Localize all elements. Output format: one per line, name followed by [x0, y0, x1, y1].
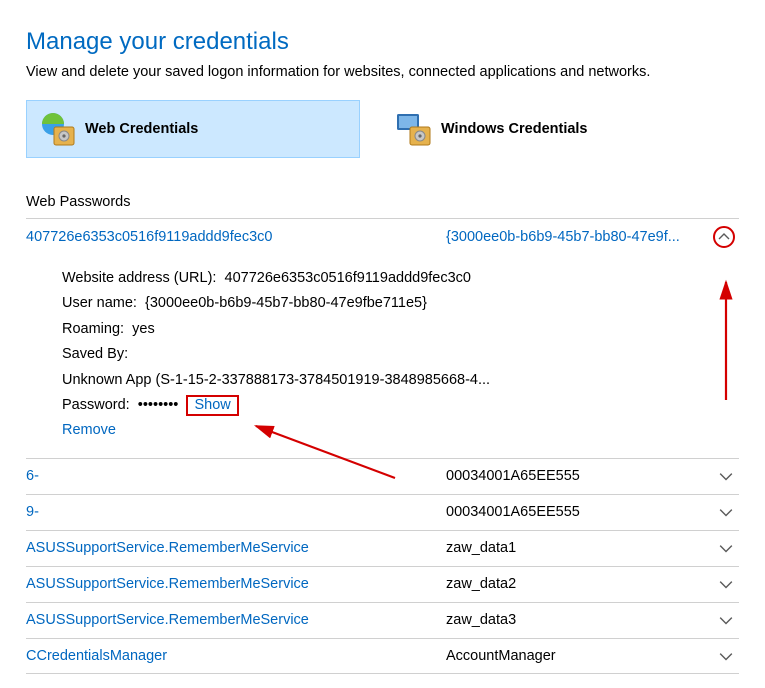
password-label: Password:	[62, 397, 130, 413]
website-label: Website address (URL):	[62, 270, 216, 286]
credential-summary: zaw_data1	[446, 540, 713, 556]
credential-id: CCredentialsManager	[26, 648, 446, 664]
credential-row[interactable]: CCredentialsManager AccountManager	[26, 638, 739, 674]
credentials-list: 407726e6353c0516f9119addd9fec3c0 {3000ee…	[26, 218, 739, 674]
expand-button[interactable]	[713, 505, 739, 519]
globe-vault-icon	[37, 109, 77, 149]
chevron-down-icon	[713, 541, 739, 555]
credential-summary: 00034001A65EE555	[446, 504, 713, 520]
credential-row[interactable]: 6- 00034001A65EE555	[26, 458, 739, 494]
collapse-button[interactable]	[713, 226, 739, 248]
chevron-down-icon	[713, 469, 739, 483]
credential-id: 407726e6353c0516f9119addd9fec3c0	[26, 229, 446, 245]
tab-label: Web Credentials	[85, 121, 198, 137]
credential-id: ASUSSupportService.RememberMeService	[26, 540, 446, 556]
chevron-down-icon	[713, 649, 739, 663]
tab-web-credentials[interactable]: Web Credentials	[26, 100, 360, 158]
expand-button[interactable]	[713, 541, 739, 555]
credential-summary: zaw_data3	[446, 612, 713, 628]
tab-windows-credentials[interactable]: Windows Credentials	[382, 100, 716, 158]
chevron-down-icon	[713, 613, 739, 627]
show-password-link[interactable]: Show	[186, 395, 238, 416]
credential-id: 9-	[26, 504, 446, 520]
credential-row-expanded[interactable]: 407726e6353c0516f9119addd9fec3c0 {3000ee…	[26, 218, 739, 254]
credential-id: 6-	[26, 468, 446, 484]
savedby-label: Saved By:	[62, 346, 128, 362]
roaming-value: yes	[132, 321, 155, 337]
page-subtitle: View and delete your saved logon informa…	[26, 64, 739, 80]
page-title: Manage your credentials	[26, 28, 739, 56]
credential-id: ASUSSupportService.RememberMeService	[26, 576, 446, 592]
credential-row[interactable]: 9- 00034001A65EE555	[26, 494, 739, 530]
tab-label: Windows Credentials	[441, 121, 588, 137]
expand-button[interactable]	[713, 649, 739, 663]
credential-summary: AccountManager	[446, 648, 713, 664]
chevron-up-icon	[713, 226, 735, 248]
credential-summary: zaw_data2	[446, 576, 713, 592]
credential-summary: 00034001A65EE555	[446, 468, 713, 484]
savedby-value: Unknown App (S-1-15-2-337888173-37845019…	[62, 372, 490, 388]
chevron-down-icon	[713, 505, 739, 519]
roaming-label: Roaming:	[62, 321, 124, 337]
expand-button[interactable]	[713, 469, 739, 483]
credential-details: Website address (URL): 407726e6353c0516f…	[26, 254, 739, 458]
credential-guid: {3000ee0b-b6b9-45b7-bb80-47e9f...	[446, 229, 713, 245]
credential-row[interactable]: ASUSSupportService.RememberMeService zaw…	[26, 566, 739, 602]
password-mask: ••••••••	[138, 397, 179, 413]
website-value: 407726e6353c0516f9119addd9fec3c0	[225, 270, 471, 286]
username-value: {3000ee0b-b6b9-45b7-bb80-47e9fbe711e5}	[145, 295, 427, 311]
credential-id: ASUSSupportService.RememberMeService	[26, 612, 446, 628]
username-label: User name:	[62, 295, 137, 311]
pc-vault-icon	[393, 109, 433, 149]
chevron-down-icon	[713, 577, 739, 591]
expand-button[interactable]	[713, 613, 739, 627]
credential-type-tabs: Web Credentials Windows Credentials	[26, 100, 739, 158]
expand-button[interactable]	[713, 577, 739, 591]
credential-row[interactable]: ASUSSupportService.RememberMeService zaw…	[26, 602, 739, 638]
credential-row[interactable]: ASUSSupportService.RememberMeService zaw…	[26, 530, 739, 566]
remove-credential-link[interactable]: Remove	[62, 422, 116, 438]
section-header-web-passwords: Web Passwords	[26, 194, 739, 210]
